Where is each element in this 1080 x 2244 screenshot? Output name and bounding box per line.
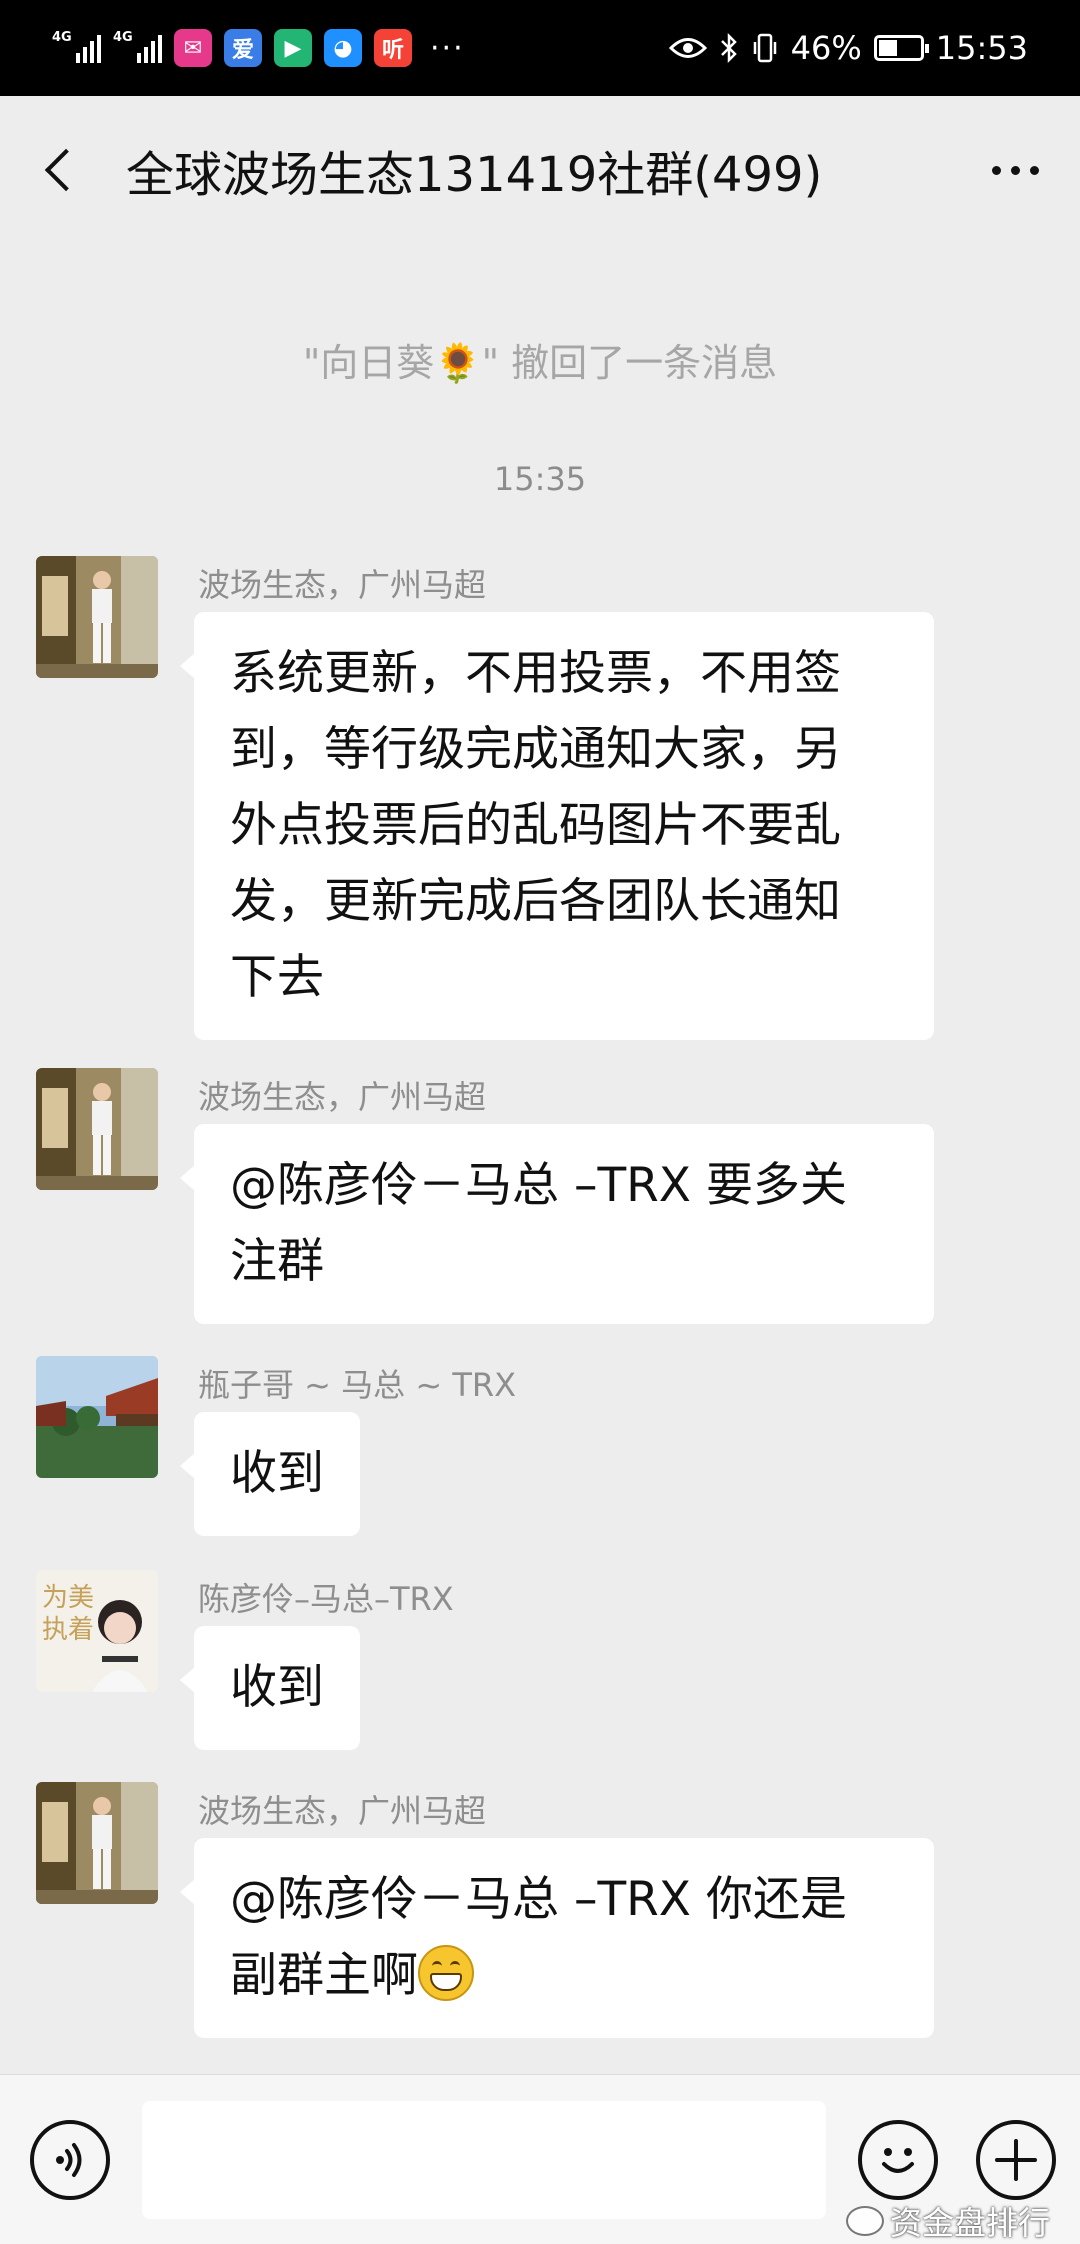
battery-level-fill bbox=[878, 40, 898, 56]
sender-name: 瓶子哥 ~ 马总 ~ TRX bbox=[198, 1366, 517, 1404]
message-line: 下去 bbox=[230, 950, 324, 1005]
q-app-icon: ◕ bbox=[324, 29, 362, 67]
message-line: 到，等行级完成通知大家，另 bbox=[230, 722, 841, 777]
watermark-text: 资金盘排行 bbox=[889, 2204, 1050, 2242]
message-line: 副群主啊 bbox=[230, 1948, 418, 2003]
message-bubble[interactable]: 系统更新，不用投票，不用签 到，等行级完成通知大家，另 外点投票后的乱码图片不要… bbox=[180, 612, 934, 1040]
chat-header: 全球波场生态131419社群(499) bbox=[0, 96, 1080, 244]
message-line: @陈彦伶－马总 –TRX 要多关 bbox=[230, 1158, 847, 1213]
back-icon[interactable] bbox=[36, 140, 88, 200]
network-type-label: 4G bbox=[113, 30, 133, 45]
message-bubble[interactable]: @陈彦伶－马总 –TRX 你还是 副群主啊 bbox=[180, 1838, 934, 2038]
svg-text:为美: 为美 bbox=[42, 1583, 94, 1613]
avatar[interactable] bbox=[36, 556, 158, 678]
sender-name: 波场生态，广州马超 bbox=[198, 566, 487, 604]
more-notifications-indicator: ··· bbox=[430, 30, 465, 66]
message-bubble[interactable]: 收到 bbox=[180, 1412, 360, 1536]
status-bar-right: 46% 15:53 bbox=[668, 29, 1028, 67]
message-line: 注群 bbox=[230, 1234, 324, 1289]
avatar[interactable] bbox=[36, 1782, 158, 1904]
message-bubble[interactable]: 收到 bbox=[180, 1626, 360, 1750]
vibrate-icon bbox=[753, 33, 776, 63]
status-bar-left: 4G 4G ✉ 爱 ▶ ◕ 听 ··· bbox=[52, 29, 465, 67]
grin-emoji-icon bbox=[418, 1945, 474, 2001]
message-line: @陈彦伶－马总 –TRX 你还是 bbox=[230, 1872, 847, 1927]
sender-name: 陈彦伶–马总–TRX bbox=[198, 1580, 454, 1618]
more-options-icon[interactable] bbox=[970, 140, 1060, 200]
video-app-icon: ▶ bbox=[274, 29, 312, 67]
input-actions bbox=[858, 2119, 1056, 2200]
ai-app-icon: 爱 bbox=[224, 29, 262, 67]
message-bubble[interactable]: @陈彦伶－马总 –TRX 要多关 注群 bbox=[180, 1124, 934, 1324]
message-line: 收到 bbox=[230, 1446, 324, 1501]
signal-icon-2: 4G bbox=[113, 30, 162, 63]
emoji-icon[interactable] bbox=[858, 2119, 938, 2200]
avatar[interactable]: 为美 执着 bbox=[36, 1570, 158, 1692]
add-attachment-icon[interactable] bbox=[976, 2119, 1056, 2200]
message-line: 外点投票后的乱码图片不要乱 bbox=[230, 798, 841, 853]
avatar[interactable] bbox=[36, 1068, 158, 1190]
watermark: 资金盘排行 bbox=[845, 2198, 1050, 2244]
sender-name: 波场生态，广州马超 bbox=[198, 1792, 487, 1830]
voice-input-icon[interactable] bbox=[30, 2119, 110, 2200]
message-timestamp: 15:35 bbox=[493, 460, 587, 498]
message-input[interactable] bbox=[142, 2100, 826, 2219]
message-line-with-emoji: 副群主啊 bbox=[230, 1938, 898, 2014]
listen-app-icon: 听 bbox=[374, 29, 412, 67]
network-type-label: 4G bbox=[52, 30, 72, 45]
message-list[interactable]: "向日葵🌻" 撤回了一条消息 15:35 波场生态，广州马超 系统更新，不用投票… bbox=[0, 244, 1080, 2074]
signal-icon-1: 4G bbox=[52, 30, 101, 63]
battery-percentage: 46% bbox=[790, 29, 862, 67]
wechat-official-account-icon bbox=[845, 2206, 884, 2236]
eye-icon bbox=[668, 38, 707, 58]
battery-icon bbox=[873, 35, 929, 61]
sender-name: 波场生态，广州马超 bbox=[198, 1078, 487, 1116]
avatar[interactable] bbox=[36, 1356, 158, 1478]
message-line: 收到 bbox=[230, 1660, 324, 1715]
bluetooth-icon bbox=[720, 32, 737, 64]
recall-notice: "向日葵🌻" 撤回了一条消息 bbox=[302, 341, 778, 385]
svg-text:执着: 执着 bbox=[42, 1615, 94, 1645]
message-line: 发，更新完成后各团队长通知 bbox=[230, 874, 841, 929]
chat-title: 全球波场生态131419社群(499) bbox=[126, 147, 823, 203]
message-line: 系统更新，不用投票，不用签 bbox=[230, 646, 841, 701]
clock: 15:53 bbox=[935, 29, 1028, 67]
weibo-like-icon: ✉ bbox=[174, 29, 212, 67]
status-bar: 4G 4G ✉ 爱 ▶ ◕ 听 ··· 46% 15:53 bbox=[0, 0, 1080, 96]
